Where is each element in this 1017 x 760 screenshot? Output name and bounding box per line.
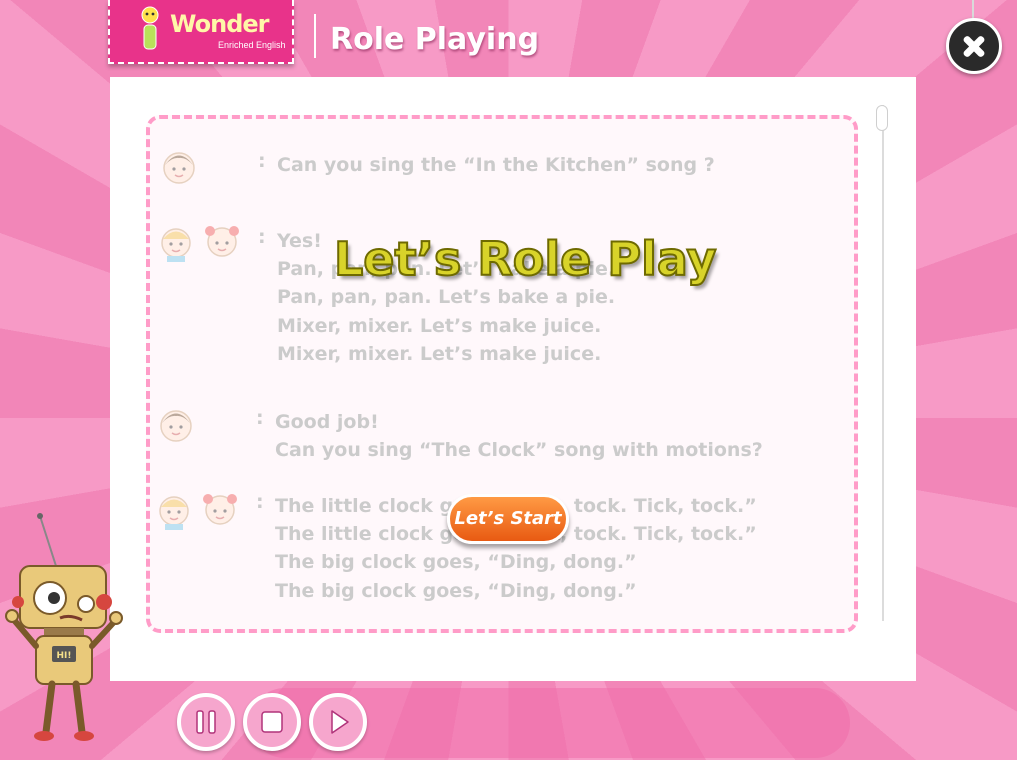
close-string: [972, 0, 974, 20]
robot-mascot-icon: HI!: [5, 513, 123, 741]
scrollbar-thumb[interactable]: [876, 105, 888, 131]
role-play-heading: Let’s Role Play: [333, 231, 717, 287]
dialogue-line: Good job!: [275, 411, 379, 433]
character-icon: [141, 6, 159, 50]
dialogue-line: The big clock goes, “Ding, dong.”: [275, 551, 637, 573]
teacher-avatar-icon: [160, 410, 192, 442]
page-title: Role Playing: [330, 22, 540, 57]
logo-brand: Wonder: [170, 10, 269, 38]
title-divider: [314, 14, 316, 58]
robot-chest-label: HI!: [57, 651, 72, 661]
dialogue-line: Pan, pan, pan. Let’s bake a pie.: [277, 286, 616, 308]
app-logo: Wonder Enriched English: [108, 0, 294, 64]
logo-tagline: Enriched English: [218, 40, 286, 50]
teacher-avatar-icon: [163, 152, 195, 184]
close-button[interactable]: [946, 18, 1002, 74]
pause-button[interactable]: [177, 693, 235, 751]
stop-icon: [261, 711, 283, 733]
speaker-colon: :: [256, 491, 264, 513]
scrollbar-track[interactable]: [882, 105, 884, 621]
dialogue-line: Mixer, mixer. Let’s make juice.: [277, 315, 602, 337]
start-button[interactable]: Let’s Start: [447, 494, 569, 544]
dialogue-line: Yes!: [277, 230, 322, 252]
dialogue-line: Can you sing the “In the Kitchen” song ?: [277, 154, 715, 176]
girl-avatar-icon: [205, 226, 239, 257]
speaker-colon: :: [258, 226, 266, 248]
dialogue-line: The big clock goes, “Ding, dong.”: [275, 580, 637, 602]
dialogue-line: Mixer, mixer. Let’s make juice.: [277, 343, 602, 365]
dialogue-line: Can you sing “The Clock” song with motio…: [275, 439, 763, 461]
play-icon: [331, 710, 349, 734]
stop-button[interactable]: [243, 693, 301, 751]
speaker-colon: :: [256, 407, 264, 429]
boy-avatar-icon: [159, 496, 189, 530]
speaker-colon: :: [258, 150, 266, 172]
pause-icon: [196, 710, 216, 734]
boy-avatar-icon: [161, 228, 191, 262]
play-button[interactable]: [309, 693, 367, 751]
girl-avatar-icon: [203, 494, 237, 525]
